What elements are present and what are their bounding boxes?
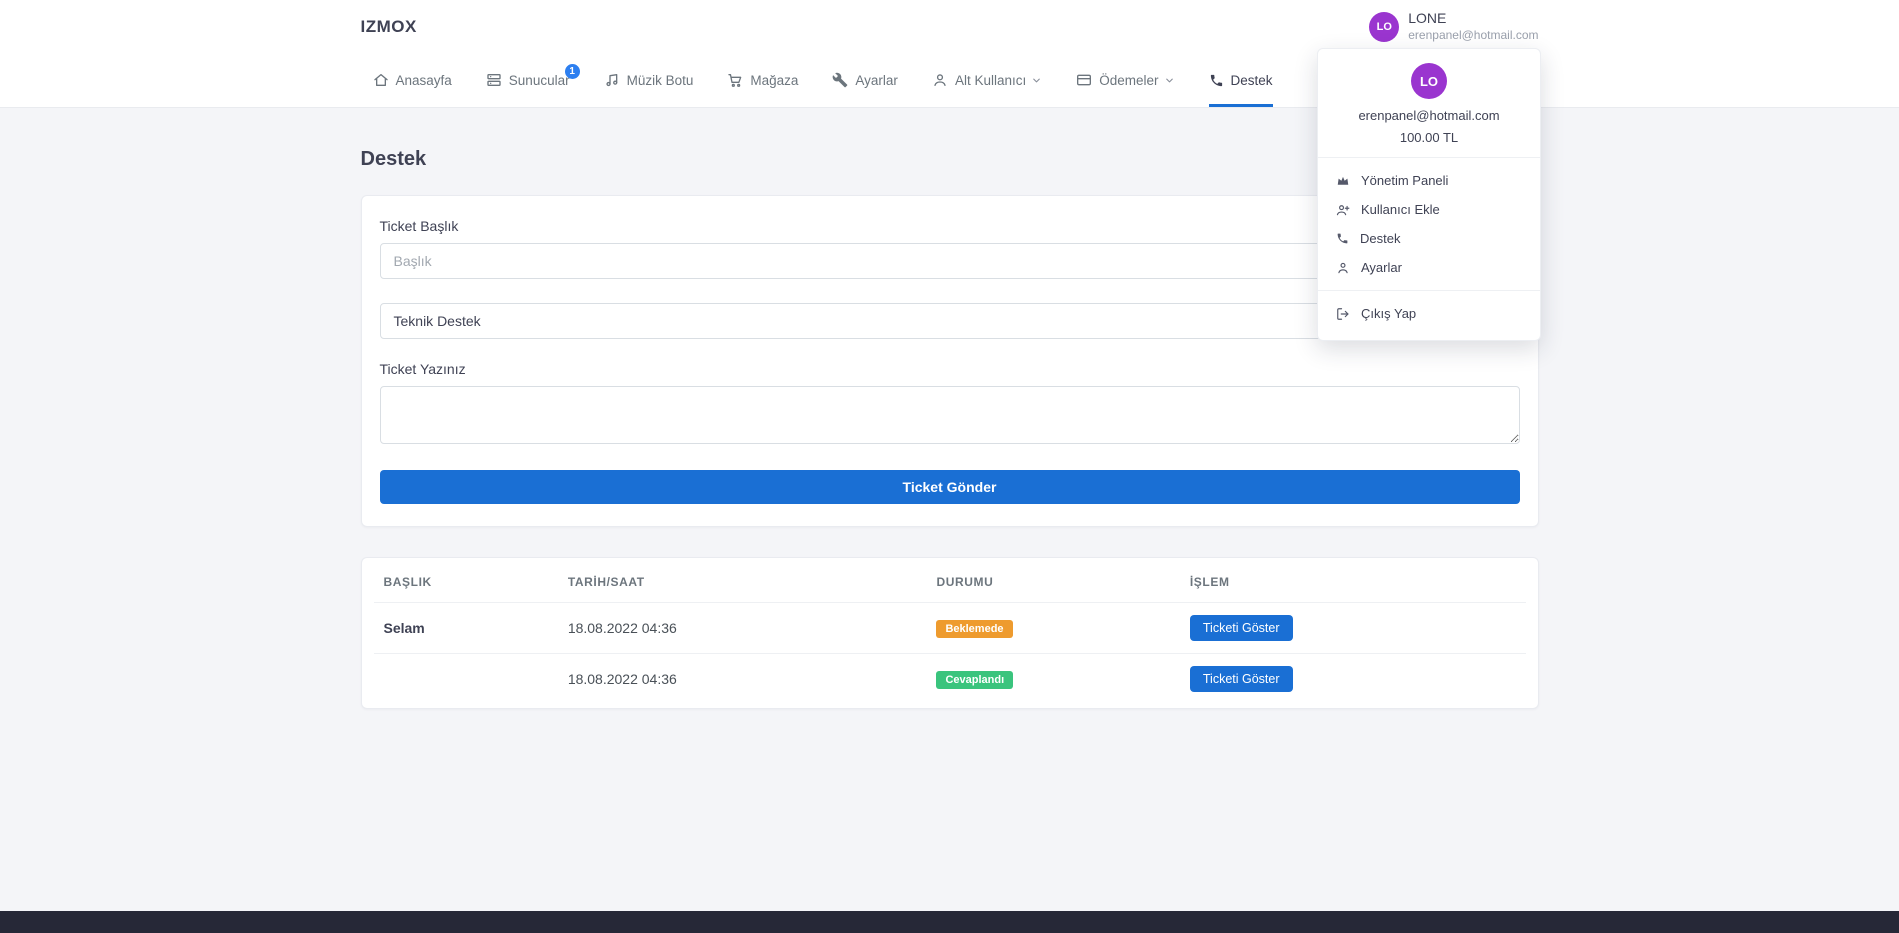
nav-label: Alt Kullanıcı — [955, 73, 1026, 88]
footer-bar — [0, 911, 1899, 933]
nav-item-sunucular[interactable]: Sunucular 1 — [486, 53, 570, 107]
ticket-datetime-cell: 18.08.2022 04:36 — [558, 654, 927, 705]
user-dropdown-menu: LO erenpanel@hotmail.com 100.00 TL Yönet… — [1317, 48, 1541, 341]
phone-icon — [1209, 73, 1224, 88]
ticket-message-textarea[interactable] — [380, 386, 1520, 444]
menu-item-label: Kullanıcı Ekle — [1361, 202, 1440, 217]
user-plus-icon — [1336, 203, 1350, 217]
ticket-datetime-cell: 18.08.2022 04:36 — [558, 603, 927, 654]
user-info: LONE erenpanel@hotmail.com — [1408, 10, 1538, 43]
user-icon — [932, 72, 948, 88]
tickets-table: BAŞLIK TARİH/SAAT DURUMU İŞLEM Selam 18.… — [374, 562, 1526, 704]
nav-label: Destek — [1231, 73, 1273, 88]
cart-icon — [727, 72, 743, 88]
menu-item-label: Destek — [1360, 231, 1400, 246]
server-count-badge: 1 — [565, 64, 580, 79]
show-ticket-button[interactable]: Ticketi Göster — [1190, 666, 1293, 692]
nav-label: Ayarlar — [855, 73, 898, 88]
dropdown-user-email: erenpanel@hotmail.com — [1358, 108, 1499, 123]
chevron-down-icon — [1031, 75, 1042, 86]
user-settings-icon — [1336, 261, 1350, 275]
logout-icon — [1336, 307, 1350, 321]
status-badge: Cevaplandı — [936, 671, 1013, 689]
wrench-icon — [832, 72, 848, 88]
submit-ticket-button[interactable]: Ticket Gönder — [380, 470, 1520, 504]
avatar: LO — [1411, 63, 1447, 99]
nav-item-anasayfa[interactable]: Anasayfa — [373, 53, 452, 107]
table-row: 18.08.2022 04:36 Cevaplandı Ticketi Göst… — [374, 654, 1526, 705]
user-email: erenpanel@hotmail.com — [1408, 28, 1538, 43]
nav-label: Ödemeler — [1099, 73, 1158, 88]
menu-item-ayarlar[interactable]: Ayarlar — [1318, 253, 1540, 282]
ticket-message-label: Ticket Yazınız — [380, 361, 1520, 377]
music-icon — [604, 72, 620, 88]
ticket-title-cell — [374, 654, 558, 705]
tickets-table-card: BAŞLIK TARİH/SAAT DURUMU İŞLEM Selam 18.… — [361, 557, 1539, 709]
nav-item-odemeler[interactable]: Ödemeler — [1076, 53, 1174, 107]
table-row: Selam 18.08.2022 04:36 Beklemede Ticketi… — [374, 603, 1526, 654]
nav-label: Anasayfa — [396, 73, 452, 88]
menu-item-label: Yönetim Paneli — [1361, 173, 1448, 188]
ticket-title-cell: Selam — [374, 603, 558, 654]
col-header-tarih: TARİH/SAAT — [558, 562, 927, 603]
dropdown-items: Yönetim Paneli Kullanıcı Ekle Destek Aya… — [1318, 158, 1540, 290]
main-content: Destek Ticket Başlık Teknik Destek Ticke… — [0, 108, 1899, 911]
nav-item-ayarlar[interactable]: Ayarlar — [832, 53, 898, 107]
menu-item-kullanici-ekle[interactable]: Kullanıcı Ekle — [1318, 195, 1540, 224]
show-ticket-button[interactable]: Ticketi Göster — [1190, 615, 1293, 641]
main-nav: Anasayfa Sunucular 1 Müzik Botu Mağaza — [0, 53, 1899, 108]
user-balance: 100.00 TL — [1400, 130, 1458, 145]
menu-item-label: Çıkış Yap — [1361, 306, 1416, 321]
server-icon — [486, 72, 502, 88]
user-menu-trigger[interactable]: LO LONE erenpanel@hotmail.com — [1369, 10, 1538, 43]
nav-label: Mağaza — [750, 73, 798, 88]
nav-label: Müzik Botu — [627, 73, 694, 88]
col-header-islem: İŞLEM — [1180, 562, 1526, 603]
crown-icon — [1336, 174, 1350, 188]
card-icon — [1076, 72, 1092, 88]
topbar: IZMOX LO LONE erenpanel@hotmail.com — [0, 0, 1899, 53]
menu-item-logout[interactable]: Çıkış Yap — [1318, 299, 1540, 328]
col-header-baslik: BAŞLIK — [374, 562, 558, 603]
nav-item-magaza[interactable]: Mağaza — [727, 53, 798, 107]
col-header-durumu: DURUMU — [926, 562, 1179, 603]
chevron-down-icon — [1164, 75, 1175, 86]
menu-item-destek[interactable]: Destek — [1318, 224, 1540, 253]
avatar[interactable]: LO — [1369, 12, 1399, 42]
nav-item-alt-kullanici[interactable]: Alt Kullanıcı — [932, 53, 1042, 107]
menu-item-yonetim-paneli[interactable]: Yönetim Paneli — [1318, 166, 1540, 195]
menu-item-label: Ayarlar — [1361, 260, 1402, 275]
nav-item-muzik-botu[interactable]: Müzik Botu — [604, 53, 694, 107]
app-logo[interactable]: IZMOX — [361, 17, 417, 37]
home-icon — [373, 72, 389, 88]
status-badge: Beklemede — [936, 620, 1012, 638]
user-name: LONE — [1408, 10, 1538, 28]
nav-item-destek[interactable]: Destek — [1209, 53, 1273, 107]
dropdown-header: LO erenpanel@hotmail.com 100.00 TL — [1318, 63, 1540, 157]
phone-icon — [1336, 232, 1349, 245]
nav-label: Sunucular — [509, 73, 570, 88]
